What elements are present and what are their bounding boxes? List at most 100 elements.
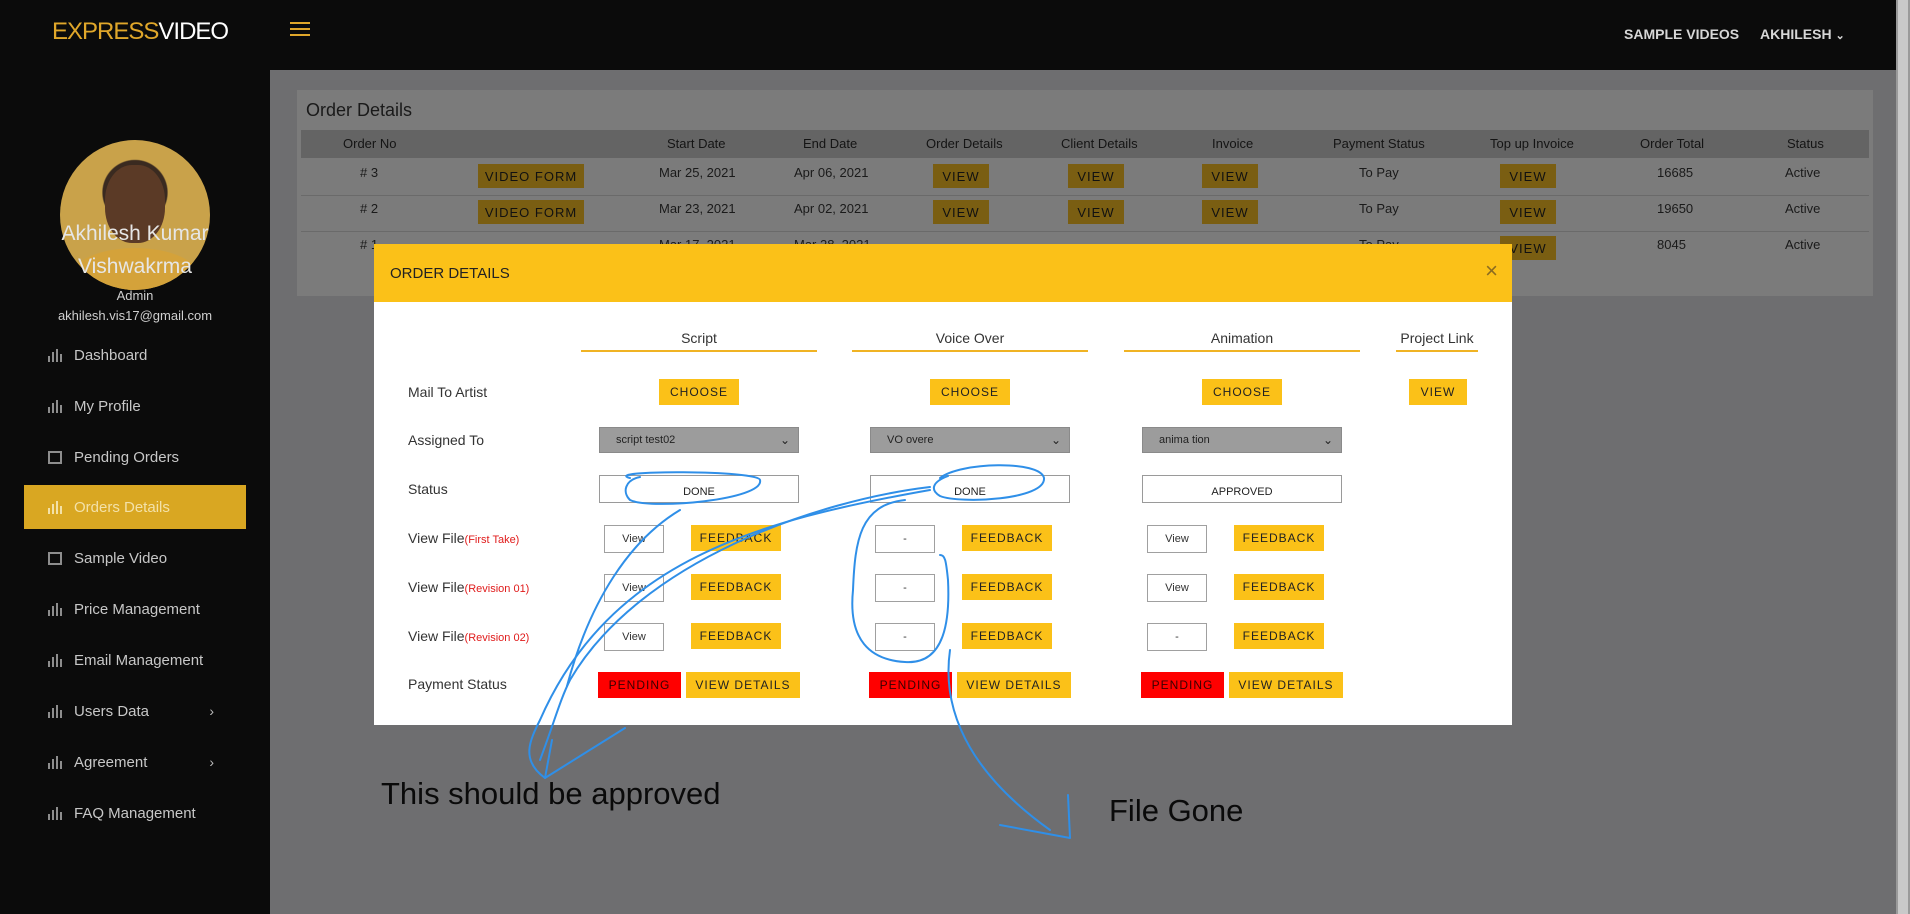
user-email: akhilesh.vis17@gmail.com [57, 308, 213, 323]
voice-over-first-take-file[interactable]: - [875, 525, 935, 553]
animation-view-details-button[interactable]: VIEW DETAILS [1229, 672, 1343, 698]
mail-to-artist-label: Mail To Artist [408, 384, 488, 400]
topup-invoice-view-button[interactable]: VIEW [1500, 200, 1556, 224]
sidebar: Akhilesh Kumar Vishwakrma Admin akhilesh… [0, 70, 270, 914]
animation-revision-01-file[interactable]: View [1147, 574, 1207, 602]
video-form-button[interactable]: VIDEO FORM [478, 200, 584, 224]
column-header: Order Details [926, 136, 1003, 151]
video-form-button[interactable]: VIDEO FORM [478, 164, 584, 188]
payment-status: To Pay [1359, 201, 1399, 216]
assigned-to-label: Assigned To [408, 432, 485, 448]
voice-over-view-details-button[interactable]: VIEW DETAILS [957, 672, 1071, 698]
view-file-text: View File [408, 579, 465, 595]
sample-videos-link[interactable]: SAMPLE VIDEOS [1624, 26, 1739, 42]
top-bar: EXPRESSVIDEO SAMPLE VIDEOS AKHILESH ⌄ [0, 0, 1910, 70]
payment-status-label: Payment Status [408, 676, 507, 692]
script-revision-02-file[interactable]: View [604, 623, 664, 651]
select-value: VO overe [887, 434, 934, 446]
start-date: Mar 23, 2021 [659, 201, 736, 216]
annotation-right-note: File Gone [1109, 793, 1244, 828]
close-icon[interactable]: × [1485, 258, 1498, 284]
animation-revision-02-file[interactable]: - [1147, 623, 1207, 651]
order-details-view-button[interactable]: VIEW [933, 164, 989, 188]
voice-over-assignee-select[interactable]: VO overe ⌄ [870, 427, 1070, 453]
sidebar-item-agreement[interactable]: Agreement › [24, 740, 246, 784]
sidebar-item-label: Users Data [74, 702, 150, 720]
animation-first-take-file[interactable]: View [1147, 525, 1207, 553]
animation-choose-button[interactable]: CHOOSE [1202, 379, 1282, 405]
animation-revision-02-feedback-button[interactable]: FEEDBACK [1234, 623, 1324, 649]
voice-over-revision-01-file[interactable]: - [875, 574, 935, 602]
menu-toggle-icon[interactable] [290, 22, 310, 36]
voice-over-payment-pending-button[interactable]: PENDING [869, 672, 952, 698]
sidebar-item-faq-management[interactable]: FAQ Management [24, 791, 246, 835]
select-value: anima tion [1159, 434, 1210, 446]
client-details-view-button[interactable]: VIEW [1068, 164, 1124, 188]
payment-status: To Pay [1359, 165, 1399, 180]
sidebar-item-label: Agreement [74, 753, 148, 771]
project-link-view-button[interactable]: VIEW [1409, 379, 1467, 405]
order-details-view-button[interactable]: VIEW [933, 200, 989, 224]
column-header: Start Date [667, 136, 726, 151]
sidebar-item-sample-video[interactable]: Sample Video [24, 536, 246, 580]
logo[interactable]: EXPRESSVIDEO [52, 18, 229, 46]
chevron-right-icon: › [209, 703, 214, 719]
sidebar-item-orders-details[interactable]: Orders Details [24, 485, 246, 529]
sidebar-item-pending-orders[interactable]: Pending Orders [24, 435, 246, 479]
voice-over-first-take-feedback-button[interactable]: FEEDBACK [962, 525, 1052, 551]
order-status: Active [1785, 201, 1821, 216]
user-menu-label: AKHILESH [1760, 26, 1832, 42]
column-header: Client Details [1061, 136, 1138, 151]
column-project-link: Project Link [1396, 330, 1478, 352]
sidebar-item-users-data[interactable]: Users Data › [24, 689, 246, 733]
script-revision-02-feedback-button[interactable]: FEEDBACK [691, 623, 781, 649]
script-choose-button[interactable]: CHOOSE [659, 379, 739, 405]
row-divider [301, 195, 1869, 196]
chevron-down-icon: ⌄ [1050, 433, 1061, 447]
status-label: Status [408, 481, 448, 497]
row-divider [301, 231, 1869, 232]
invoice-view-button[interactable]: VIEW [1202, 200, 1258, 224]
arrow-head-right [999, 794, 1071, 839]
order-status: Active [1785, 237, 1821, 252]
invoice-view-button[interactable]: VIEW [1202, 164, 1258, 188]
script-revision-01-file[interactable]: View [604, 574, 664, 602]
bar-chart-icon [48, 653, 62, 667]
script-view-details-button[interactable]: VIEW DETAILS [686, 672, 800, 698]
end-date: Apr 06, 2021 [794, 165, 869, 180]
script-assignee-select[interactable]: script test02 ⌄ [599, 427, 799, 453]
topup-invoice-view-button[interactable]: VIEW [1500, 164, 1556, 188]
column-header: Status [1787, 136, 1824, 151]
script-first-take-file[interactable]: View [604, 525, 664, 553]
voice-over-status: DONE [870, 475, 1070, 503]
modal-header: ORDER DETAILS × [374, 244, 1512, 302]
column-animation: Animation [1124, 330, 1360, 352]
voice-over-revision-02-file[interactable]: - [875, 623, 935, 651]
annotation-left-note: This should be approved [381, 776, 721, 811]
voice-over-revision-01-feedback-button[interactable]: FEEDBACK [962, 574, 1052, 600]
animation-assignee-select[interactable]: anima tion ⌄ [1142, 427, 1342, 453]
layers-icon [48, 450, 62, 464]
scrollbar-thumb[interactable] [1898, 0, 1908, 914]
column-header: Order No [343, 136, 397, 151]
sidebar-item-dashboard[interactable]: Dashboard [24, 333, 246, 377]
animation-revision-01-feedback-button[interactable]: FEEDBACK [1234, 574, 1324, 600]
order-total: 8045 [1657, 237, 1686, 252]
sidebar-item-label: Price Management [74, 600, 200, 618]
script-first-take-feedback-button[interactable]: FEEDBACK [691, 525, 781, 551]
revision-01-text: (Revision 01) [464, 583, 530, 595]
client-details-view-button[interactable]: VIEW [1068, 200, 1124, 224]
script-revision-01-feedback-button[interactable]: FEEDBACK [691, 574, 781, 600]
animation-payment-pending-button[interactable]: PENDING [1141, 672, 1224, 698]
sidebar-item-label: My Profile [74, 397, 141, 415]
script-payment-pending-button[interactable]: PENDING [598, 672, 681, 698]
user-menu[interactable]: AKHILESH ⌄ [1760, 26, 1845, 42]
order-status: Active [1785, 165, 1821, 180]
voice-over-choose-button[interactable]: CHOOSE [930, 379, 1010, 405]
animation-first-take-feedback-button[interactable]: FEEDBACK [1234, 525, 1324, 551]
logo-part-video: VIDEO [158, 18, 229, 45]
voice-over-revision-02-feedback-button[interactable]: FEEDBACK [962, 623, 1052, 649]
sidebar-item-price-management[interactable]: Price Management [24, 587, 246, 631]
sidebar-item-email-management[interactable]: Email Management [24, 638, 246, 682]
sidebar-item-my-profile[interactable]: My Profile [24, 384, 246, 428]
